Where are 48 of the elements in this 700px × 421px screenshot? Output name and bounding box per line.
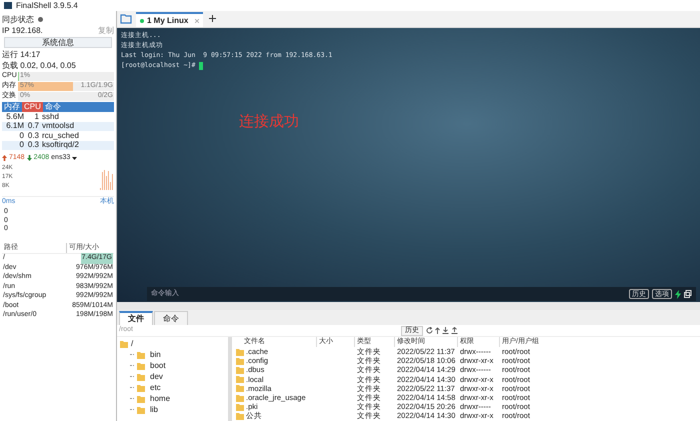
tree-item[interactable]: home — [148, 392, 170, 404]
cursor — [199, 62, 204, 70]
upload-arrow-icon — [2, 155, 7, 161]
tree-item[interactable]: boot — [148, 360, 166, 372]
tree-item[interactable]: etc — [148, 382, 161, 394]
refresh-icon[interactable] — [426, 327, 433, 334]
add-tab-icon[interactable] — [209, 15, 216, 22]
sync-label: 同步状态 — [2, 14, 34, 26]
tree-item[interactable]: / — [131, 338, 134, 350]
session-tab[interactable]: 1 My Linux — [136, 12, 204, 27]
tree-item[interactable]: lib — [148, 404, 158, 416]
process-memory: 0 — [18, 139, 24, 152]
process-sort-tab[interactable]: 命令 — [42, 102, 63, 112]
sync-status-icon — [38, 17, 43, 22]
panel-tab[interactable]: 命令 — [154, 311, 188, 325]
process-command: ksoftirqd/2 — [42, 140, 79, 152]
lightning-icon[interactable] — [675, 290, 681, 298]
network-sparkline — [100, 170, 114, 190]
app-icon — [4, 2, 12, 9]
up-arrow-icon[interactable] — [435, 327, 440, 334]
system-info-button[interactable]: 系统信息 — [4, 37, 112, 48]
folder-icon — [120, 340, 128, 348]
folder-icon[interactable] — [120, 14, 132, 24]
process-command: sshd — [42, 110, 59, 122]
load-average: 负载 0.02, 0.04, 0.05 — [2, 60, 77, 71]
process-memory: 5.6M — [5, 110, 24, 122]
process-memory: 6.1M — [5, 120, 24, 132]
dropdown-caret-icon[interactable] — [72, 156, 78, 160]
process-sort-tab[interactable]: CPU — [22, 102, 43, 112]
overlay-annotation: 连接成功 — [239, 113, 299, 130]
process-cpu: 0.3 — [26, 130, 40, 141]
process-cpu: 0.3 — [26, 139, 40, 152]
copy-icon[interactable] — [684, 290, 692, 298]
process-sort-tab[interactable]: 内存 — [2, 102, 22, 112]
download-icon[interactable] — [442, 327, 449, 334]
process-command: rcu_sched — [42, 130, 79, 141]
uptime: 运行 14:17 — [2, 49, 42, 60]
download-arrow-icon — [26, 155, 32, 161]
process-cpu: 0.7 — [26, 120, 40, 132]
tree-item[interactable]: bin — [148, 348, 161, 360]
process-command: vmtoolsd — [42, 120, 74, 132]
tree-item[interactable]: dev — [148, 370, 163, 382]
ip-address: IP 192.168. — [2, 25, 43, 37]
process-memory: 0 — [18, 130, 24, 141]
window-title: FinalShell 3.9.5.4 — [16, 0, 78, 12]
process-cpu: 1 — [34, 110, 40, 122]
upload-icon[interactable] — [451, 327, 458, 334]
panel-tab[interactable]: 文件 — [119, 311, 153, 325]
